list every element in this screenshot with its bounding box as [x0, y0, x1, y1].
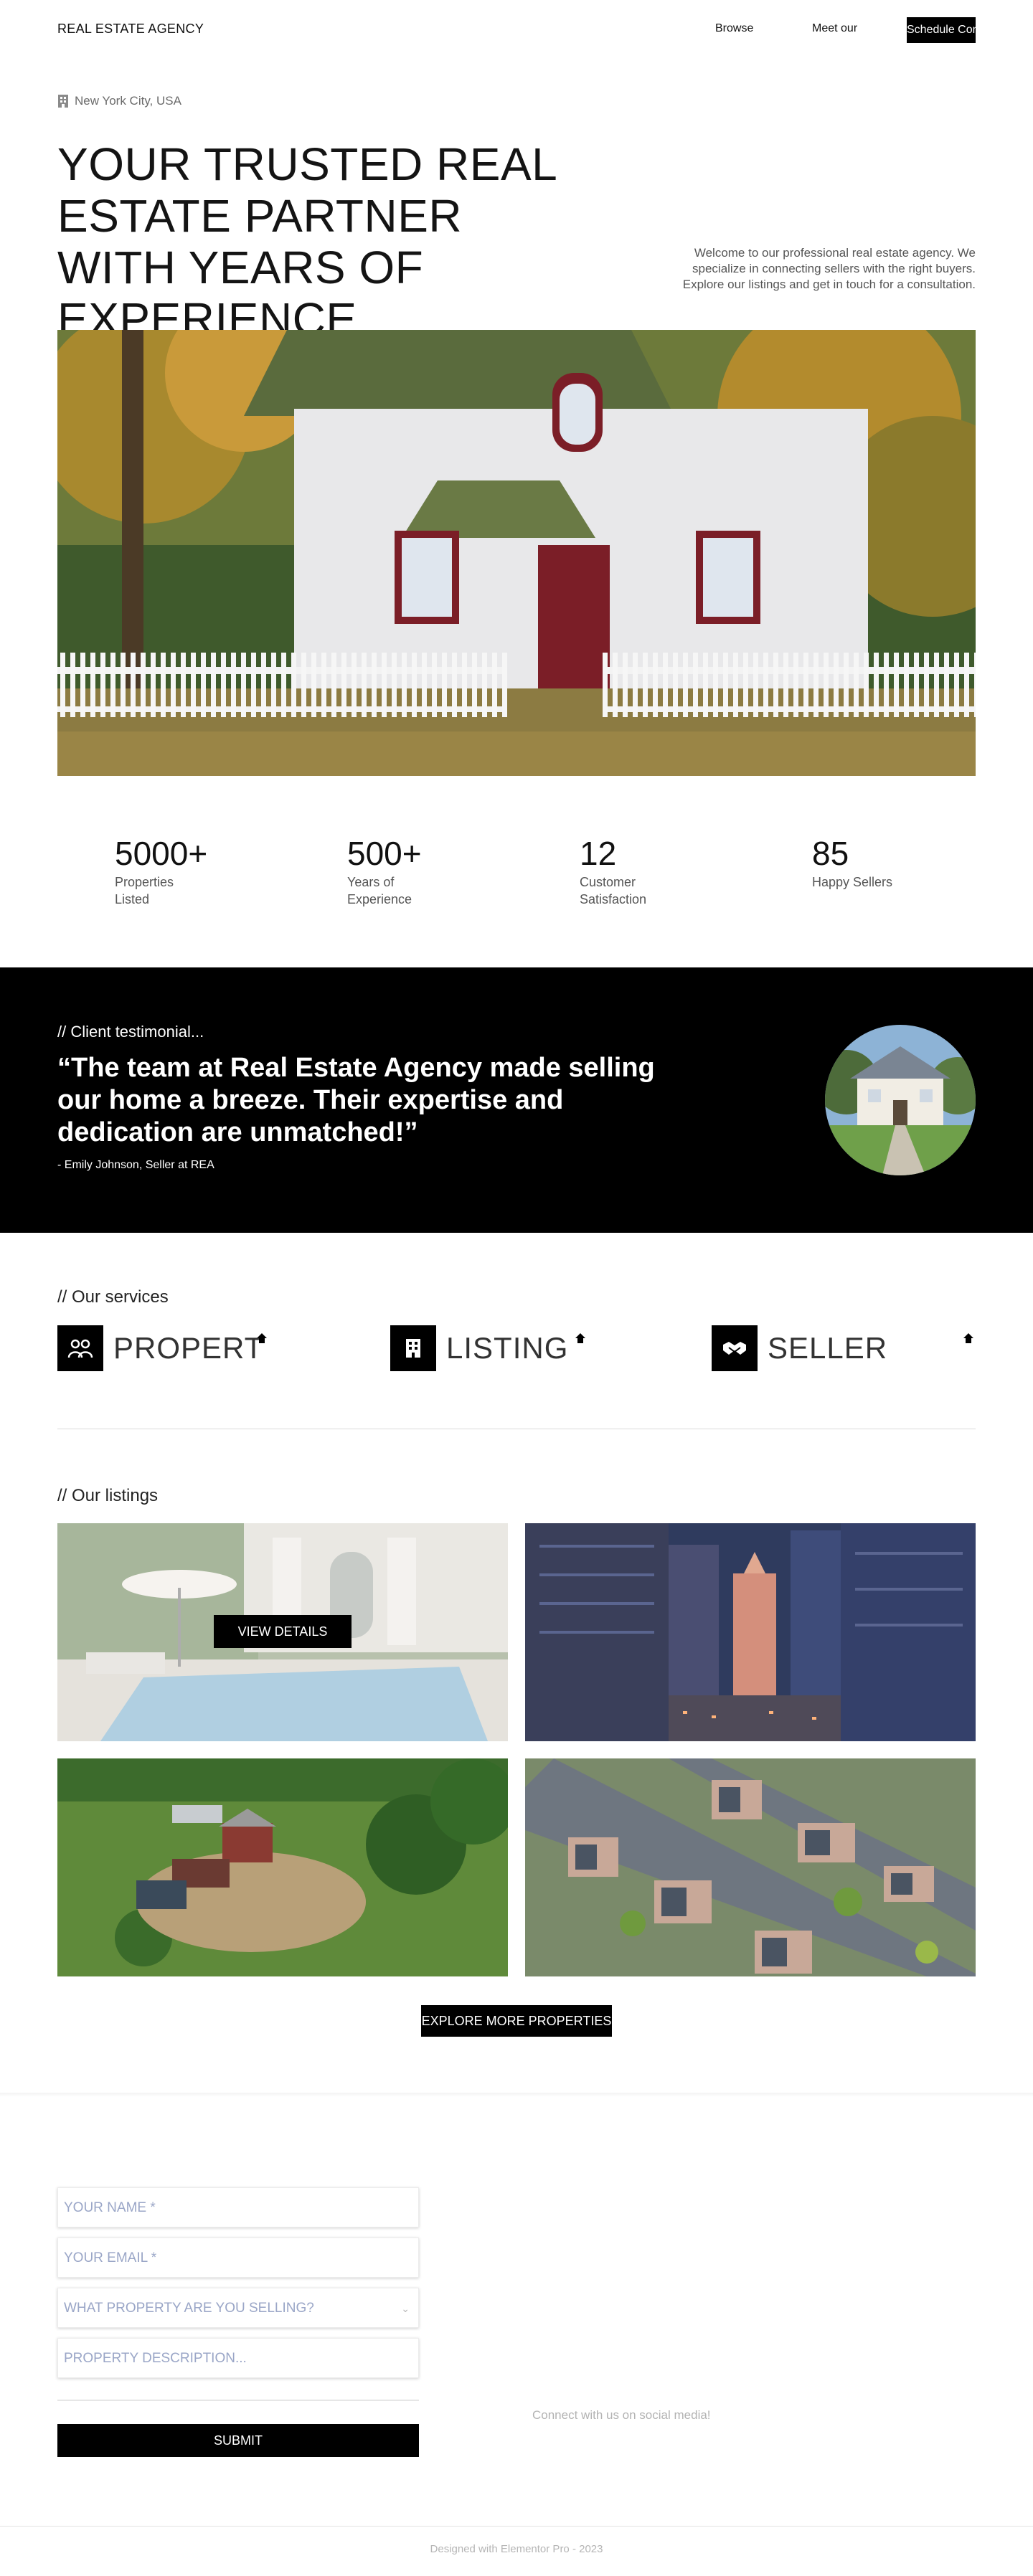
location-label: New York City, USA [57, 94, 181, 108]
listing-card-farm[interactable] [57, 1758, 508, 1976]
hero-intro: Welcome to our professional real estate … [682, 246, 976, 291]
schedule-consultation-button[interactable]: Schedule Consultation [907, 17, 976, 43]
listing-card-pool-villa[interactable]: VIEW DETAILS [57, 1523, 508, 1741]
name-input[interactable]: YOUR NAME * [57, 2187, 419, 2227]
view-details-button[interactable]: VIEW DETAILS [214, 1615, 352, 1648]
house-small-icon[interactable] [256, 1332, 268, 1344]
stat-value: 5000+ [115, 835, 208, 872]
handshake-icon [712, 1325, 758, 1371]
nav-browse-link[interactable]: Browse [715, 22, 753, 35]
service-seller[interactable]: SELLER [712, 1325, 973, 1371]
nav-meet-link[interactable]: Meet our [812, 22, 857, 35]
stat-value: 85 [812, 835, 849, 872]
testimonial-kicker: // Client testimonial... [57, 1023, 204, 1041]
testimonial-house-photo [825, 1025, 976, 1175]
service-listing[interactable]: LISTING [390, 1325, 585, 1371]
location-text: New York City, USA [75, 94, 181, 108]
testimonial-quote: “The team at Real Estate Agency made sel… [57, 1053, 655, 1147]
stat-label: Years of Experience [347, 875, 412, 906]
house-illustration [57, 330, 976, 776]
listing-card-suburb[interactable] [525, 1758, 976, 1976]
stat-satisfaction: 12 Customer Satisfaction [580, 833, 666, 908]
stat-label: Happy Sellers [812, 875, 893, 889]
stat-label: Properties Listed [115, 875, 174, 906]
building-icon [390, 1325, 436, 1371]
services-kicker: // Our services [57, 1287, 169, 1307]
site-header: REAL ESTATE AGENCY Browse Meet our Sched… [0, 0, 1033, 60]
section-separator [0, 2093, 1033, 2097]
footer-divider [0, 2526, 1033, 2527]
stat-label: Customer Satisfaction [580, 875, 647, 906]
stat-value: 12 [580, 835, 617, 872]
chevron-down-icon: ⌄ [401, 2303, 410, 2314]
stat-sellers: 85 Happy Sellers [812, 833, 956, 891]
farm-aerial-image [57, 1758, 508, 1976]
hero-house-image [57, 330, 976, 776]
city-street-image [525, 1523, 976, 1741]
listings-kicker: // Our listings [57, 1486, 159, 1505]
brand-logo[interactable]: REAL ESTATE AGENCY [57, 22, 204, 37]
property-select-label: WHAT PROPERTY ARE YOU SELLING? [64, 2301, 314, 2316]
handshake-people-icon [57, 1325, 103, 1371]
suburb-aerial-image [525, 1758, 976, 1976]
testimonial-author: - Emily Johnson, Seller at REA [57, 1159, 214, 1171]
building-icon [58, 95, 68, 108]
house-small-icon[interactable] [963, 1332, 974, 1344]
stat-value: 500+ [347, 835, 422, 872]
stat-properties: 5000+ Properties Listed [115, 833, 207, 908]
service-property[interactable]: PROPERT [57, 1325, 267, 1371]
house-small-icon[interactable] [575, 1332, 586, 1344]
avatar-house-illustration [825, 1025, 976, 1175]
service-label: PROPERT [113, 1331, 264, 1365]
social-connect-text: Connect with us on social media! [532, 2408, 711, 2422]
service-label: LISTING [446, 1331, 569, 1365]
submit-button[interactable]: SUBMIT [57, 2424, 419, 2457]
listing-card-city[interactable] [525, 1523, 976, 1741]
hero-title: YOUR TRUSTED REAL ESTATE PARTNER WITH YE… [57, 138, 556, 345]
footer-credit: Designed with Elementor Pro - 2023 [430, 2543, 603, 2555]
explore-more-properties-button[interactable]: EXPLORE MORE PROPERTIES [421, 2005, 612, 2037]
email-input[interactable]: YOUR EMAIL * [57, 2238, 419, 2278]
cta-label: Schedule Consultation [907, 24, 976, 36]
service-label: SELLER [768, 1331, 888, 1365]
testimonial-section: // Client testimonial... “The team at Re… [0, 967, 1033, 1233]
property-select[interactable]: WHAT PROPERTY ARE YOU SELLING? ⌄ [57, 2288, 419, 2328]
description-textarea[interactable]: PROPERTY DESCRIPTION... [57, 2338, 419, 2378]
form-divider [57, 2400, 419, 2401]
stat-experience: 500+ Years of Experience [347, 833, 433, 908]
